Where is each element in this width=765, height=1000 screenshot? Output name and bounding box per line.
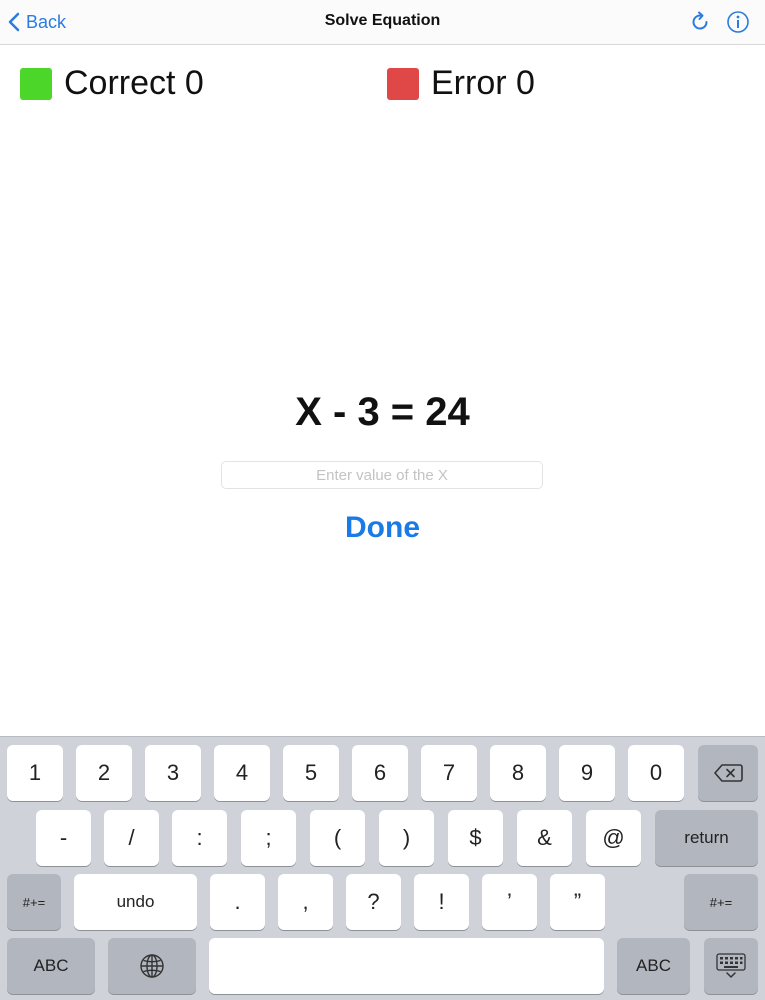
globe-icon <box>140 954 164 978</box>
delete-icon <box>714 764 743 782</box>
correct-score-label: Correct 0 <box>64 64 204 102</box>
key-quote[interactable]: ” <box>550 874 605 930</box>
key-comma[interactable]: , <box>278 874 333 930</box>
key-2[interactable]: 2 <box>76 745 132 801</box>
symbols-shift-key-left[interactable]: #+= <box>7 874 61 930</box>
key-ampersand[interactable]: & <box>517 810 572 866</box>
delete-key[interactable] <box>698 745 758 801</box>
key-7[interactable]: 7 <box>421 745 477 801</box>
key-3[interactable]: 3 <box>145 745 201 801</box>
answer-input[interactable] <box>221 461 543 489</box>
key-5[interactable]: 5 <box>283 745 339 801</box>
keyboard-dismiss-icon <box>716 953 746 978</box>
key-9[interactable]: 9 <box>559 745 615 801</box>
key-period[interactable]: . <box>210 874 265 930</box>
return-key[interactable]: return <box>655 810 758 866</box>
key-at[interactable]: @ <box>586 810 641 866</box>
app-screen: Back Solve Equation Correct 0 Error 0 X … <box>0 0 765 1000</box>
correct-color-swatch <box>20 67 52 100</box>
error-score-label: Error 0 <box>431 64 535 102</box>
key-open-paren[interactable]: ( <box>310 810 365 866</box>
space-key[interactable] <box>209 938 604 994</box>
keyboard: 1 2 3 4 5 6 7 8 9 0 - / : ; ( ) $ & @ re… <box>0 736 765 1000</box>
abc-key-left[interactable]: ABC <box>7 938 95 994</box>
key-8[interactable]: 8 <box>490 745 546 801</box>
key-colon[interactable]: : <box>172 810 227 866</box>
page-title: Solve Equation <box>324 12 441 29</box>
abc-key-right[interactable]: ABC <box>617 938 690 994</box>
globe-key[interactable] <box>108 938 196 994</box>
info-icon[interactable] <box>726 10 750 34</box>
key-slash[interactable]: / <box>104 810 159 866</box>
equation-text: X - 3 = 24 <box>295 390 470 434</box>
key-apostrophe[interactable]: ’ <box>482 874 537 930</box>
key-0[interactable]: 0 <box>628 745 684 801</box>
navigation-bar: Back Solve Equation <box>0 0 765 45</box>
key-dash[interactable]: - <box>36 810 91 866</box>
correct-score: Correct 0 <box>20 64 204 103</box>
key-dollar[interactable]: $ <box>448 810 503 866</box>
error-color-swatch <box>387 67 419 100</box>
key-close-paren[interactable]: ) <box>379 810 434 866</box>
key-4[interactable]: 4 <box>214 745 270 801</box>
key-1[interactable]: 1 <box>7 745 63 801</box>
error-score: Error 0 <box>387 64 535 103</box>
key-6[interactable]: 6 <box>352 745 408 801</box>
key-semicolon[interactable]: ; <box>241 810 296 866</box>
symbols-shift-key-right[interactable]: #+= <box>684 874 758 930</box>
key-exclamation[interactable]: ! <box>414 874 469 930</box>
undo-key[interactable]: undo <box>74 874 197 930</box>
keyboard-dismiss-key[interactable] <box>704 938 758 994</box>
refresh-icon[interactable] <box>688 10 712 34</box>
key-question[interactable]: ? <box>346 874 401 930</box>
done-button[interactable]: Done <box>0 511 765 545</box>
